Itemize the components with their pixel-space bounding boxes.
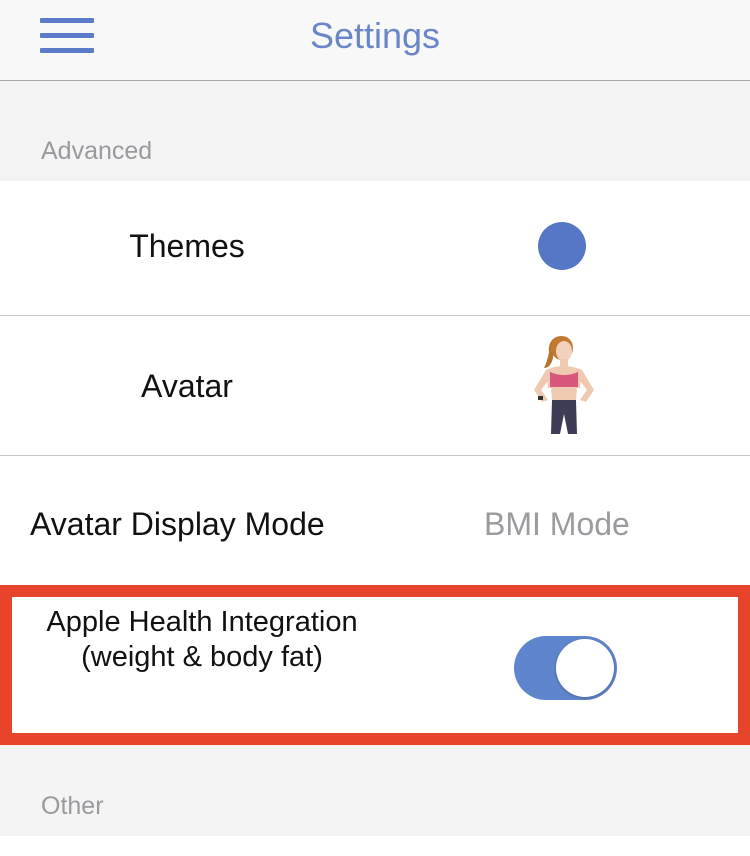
avatar-display-mode-row[interactable]: Avatar Display Mode BMI Mode (0, 456, 750, 585)
toggle-knob (556, 639, 614, 697)
avatar-display-mode-value[interactable]: BMI Mode (484, 506, 630, 543)
theme-color-swatch[interactable] (538, 222, 586, 270)
section-header-other: Other (41, 792, 104, 820)
apple-health-row: Apple Health Integration (weight & body … (0, 585, 750, 745)
themes-label: Themes (129, 228, 245, 264)
apple-health-toggle[interactable] (514, 636, 617, 700)
avatar-display-mode-label: Avatar Display Mode (30, 506, 325, 542)
apple-health-label-line1: Apple Health Integration (46, 606, 358, 638)
avatar-label: Avatar (141, 368, 233, 404)
avatar-row[interactable]: Avatar (0, 316, 750, 455)
navigation-bar: Settings (0, 0, 750, 81)
section-header-advanced: Advanced (41, 137, 153, 165)
themes-row[interactable]: Themes (0, 181, 750, 315)
apple-health-label: Apple Health Integration (weight & body … (22, 605, 382, 675)
other-first-row[interactable] (0, 836, 750, 856)
avatar-figure-icon (534, 336, 594, 434)
avatar[interactable] (520, 334, 604, 438)
apple-health-label-line2: (weight & body fat) (81, 641, 323, 673)
page-title: Settings (309, 15, 441, 56)
